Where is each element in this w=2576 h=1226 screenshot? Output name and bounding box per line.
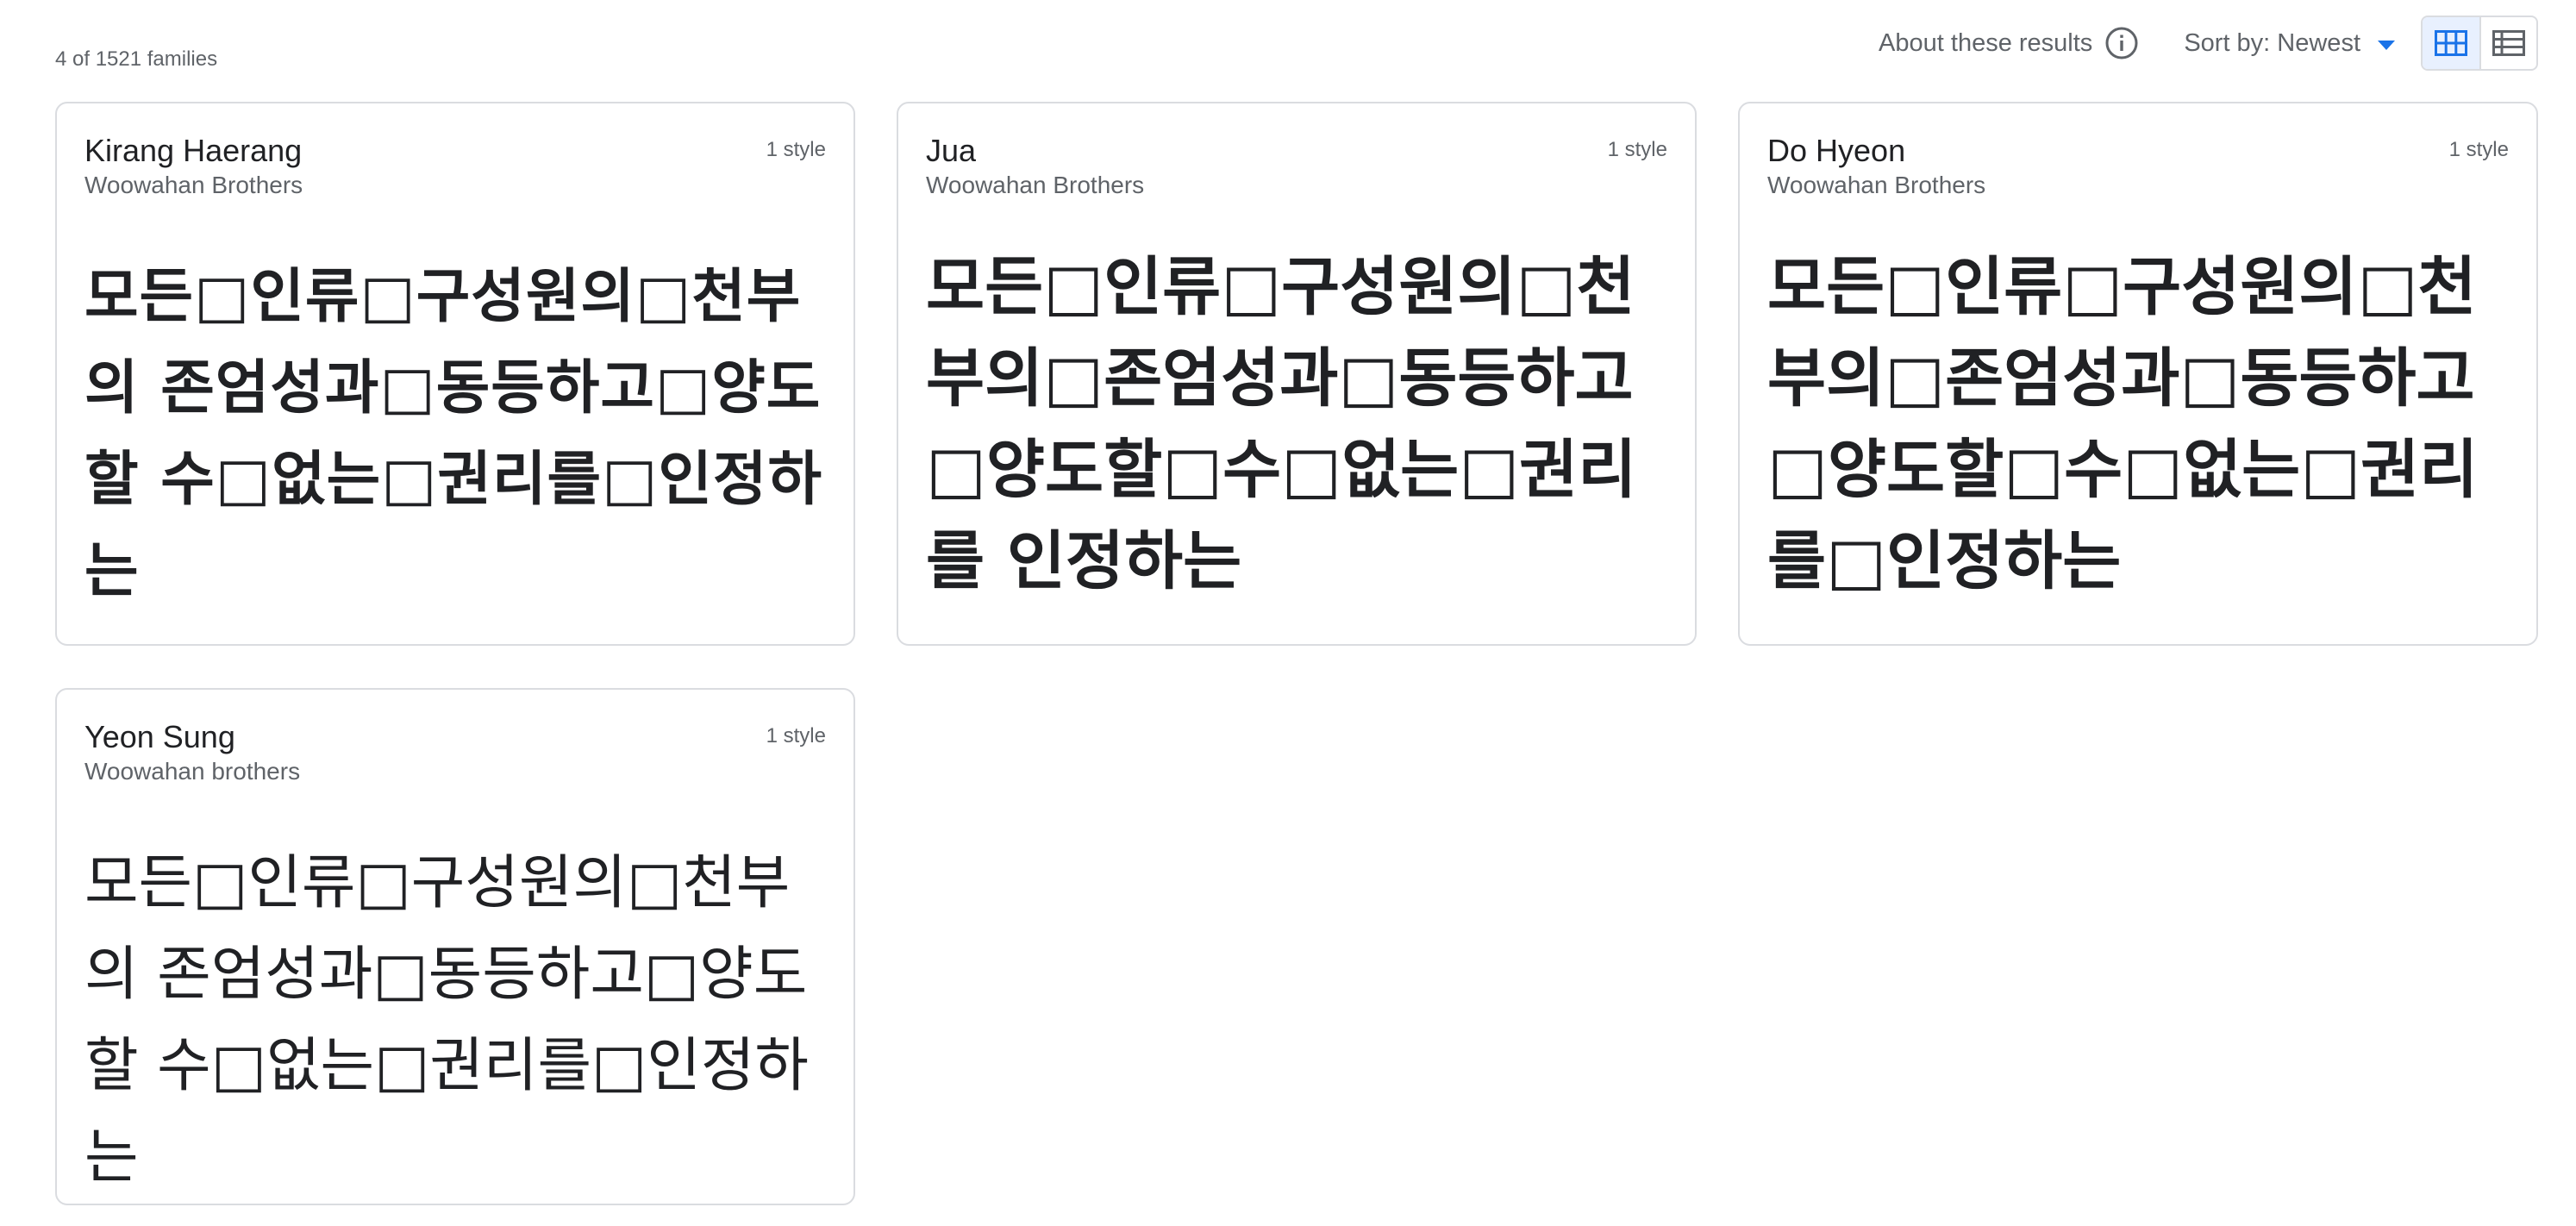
font-sample-text: 모든□인류□구성원의□천부의 존엄성과□동등하고□양도할 수□없는□권리를□인정… (84, 263, 823, 605)
font-card-jua[interactable]: Jua Woowahan Brothers 1 style 모든□인류□구성원의… (897, 102, 1697, 646)
results-count: 4 of 1521 families (55, 47, 218, 71)
card-header: Do Hyeon Woowahan Brothers 1 style (1767, 133, 2509, 200)
grid-view-button[interactable] (2423, 17, 2479, 69)
styles-count: 1 style (766, 138, 826, 161)
font-results-page: 4 of 1521 families About these results S… (0, 0, 2576, 1226)
family-name: Yeon Sung (84, 719, 235, 754)
family-name: Do Hyeon (1767, 133, 1906, 168)
info-icon (2104, 26, 2139, 60)
font-sample-text: 모든□인류□구성원의□천부의□존엄성과□동등하고□양도할□수□없는□권리를 인정… (926, 250, 1637, 598)
sort-dropdown[interactable]: Sort by: Newest (2184, 29, 2395, 58)
designer-name: Woowahan Brothers (1767, 172, 1986, 198)
font-sample-text: 모든□인류□구성원의□천부의□존엄성과□동등하고□양도할□수□없는□권리를□인정… (1767, 250, 2479, 598)
chevron-down-icon (2378, 40, 2395, 50)
designer-name: Woowahan Brothers (84, 172, 303, 198)
card-header: Kirang Haerang Woowahan Brothers 1 style (84, 133, 826, 200)
card-header: Jua Woowahan Brothers 1 style (926, 133, 1667, 200)
styles-count: 1 style (766, 724, 826, 747)
font-card-yeon-sung[interactable]: Yeon Sung Woowahan brothers 1 style 모든□인… (55, 688, 855, 1205)
designer-name: Woowahan Brothers (926, 172, 1145, 198)
styles-count: 1 style (1607, 138, 1667, 161)
about-results-button[interactable]: About these results (1879, 26, 2139, 60)
about-results-label: About these results (1879, 28, 2093, 57)
designer-name: Woowahan brothers (84, 758, 301, 785)
card-header: Yeon Sung Woowahan brothers 1 style (84, 719, 826, 786)
list-view-icon (2492, 30, 2525, 56)
view-toggle (2421, 16, 2538, 71)
styles-count: 1 style (2448, 138, 2509, 161)
list-view-button[interactable] (2479, 17, 2536, 69)
font-card-kirang-haerang[interactable]: Kirang Haerang Woowahan Brothers 1 style… (55, 102, 855, 646)
family-name: Kirang Haerang (84, 133, 303, 168)
family-name: Jua (926, 133, 977, 168)
sort-label: Sort by: Newest (2184, 28, 2360, 57)
grid-view-icon (2435, 30, 2467, 56)
results-toolbar: About these results Sort by: Newest (1879, 16, 2538, 71)
font-sample-text: 모든□인류□구성원의□천부의 존엄성과□동등하고□양도할 수□없는□권리를□인정… (84, 849, 809, 1192)
font-card-do-hyeon[interactable]: Do Hyeon Woowahan Brothers 1 style 모든□인류… (1738, 102, 2538, 646)
